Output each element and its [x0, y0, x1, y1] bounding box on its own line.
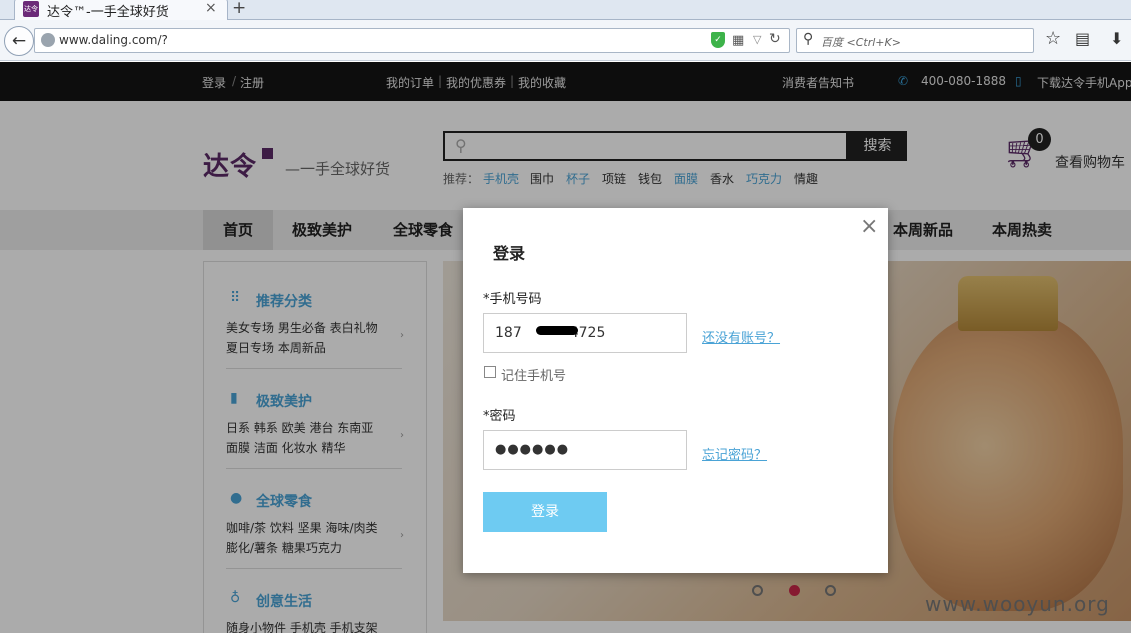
- modal-title: 登录: [493, 244, 526, 263]
- browser-tab[interactable]: 达令 达令™-一手全球好货 ×: [14, 0, 228, 20]
- tab-close-icon[interactable]: ×: [205, 0, 217, 16]
- star-icon[interactable]: ☆: [1045, 28, 1061, 49]
- phone-label: *手机号码: [483, 292, 542, 307]
- reload-icon[interactable]: ↻: [769, 31, 781, 47]
- redaction-mark: [536, 326, 578, 335]
- remember-phone-label[interactable]: 记住手机号: [501, 365, 566, 384]
- register-account-link[interactable]: 还没有账号？: [702, 327, 780, 346]
- address-bar[interactable]: www.daling.com/? ✓ ▦ ▽ ↻: [34, 28, 790, 53]
- search-icon: ⚲: [803, 31, 814, 47]
- reader-icon[interactable]: ▤: [1075, 29, 1090, 48]
- new-tab-icon[interactable]: +: [232, 0, 246, 18]
- qr-code-icon[interactable]: ▦: [732, 33, 744, 48]
- browser-tab-bar: 达令 达令™-一手全球好货 × +: [0, 0, 1131, 20]
- login-modal: × 登录 *手机号码 187 4725 还没有账号？ 记住手机号 *密码 ●●●●…: [463, 208, 888, 573]
- shield-icon[interactable]: ✓: [711, 32, 725, 48]
- url-text[interactable]: www.daling.com/?: [59, 33, 168, 47]
- browser-nav-bar: ← www.daling.com/? ✓ ▦ ▽ ↻ ⚲ 百度 <Ctrl+K>…: [0, 20, 1131, 61]
- download-icon[interactable]: ⬇: [1110, 29, 1123, 48]
- phone-value-start: 187: [495, 325, 522, 341]
- tab-title: 达令™-一手全球好货: [47, 5, 169, 20]
- forgot-password-link[interactable]: 忘记密码？: [702, 444, 767, 463]
- password-label: *密码: [483, 409, 516, 424]
- password-input[interactable]: ●●●●●●: [483, 430, 687, 470]
- browser-search-placeholder[interactable]: 百度 <Ctrl+K>: [821, 34, 901, 50]
- globe-icon: [41, 33, 55, 47]
- browser-search-bar[interactable]: ⚲ 百度 <Ctrl+K>: [796, 28, 1034, 53]
- remember-phone-checkbox[interactable]: [484, 366, 496, 378]
- dropdown-icon[interactable]: ▽: [753, 33, 761, 46]
- phone-input[interactable]: 187 4725: [483, 313, 687, 353]
- back-arrow-icon[interactable]: ←: [4, 26, 34, 56]
- login-button[interactable]: 登录: [483, 492, 607, 532]
- close-icon[interactable]: ×: [860, 214, 878, 239]
- site-favicon-icon: 达令: [23, 1, 39, 17]
